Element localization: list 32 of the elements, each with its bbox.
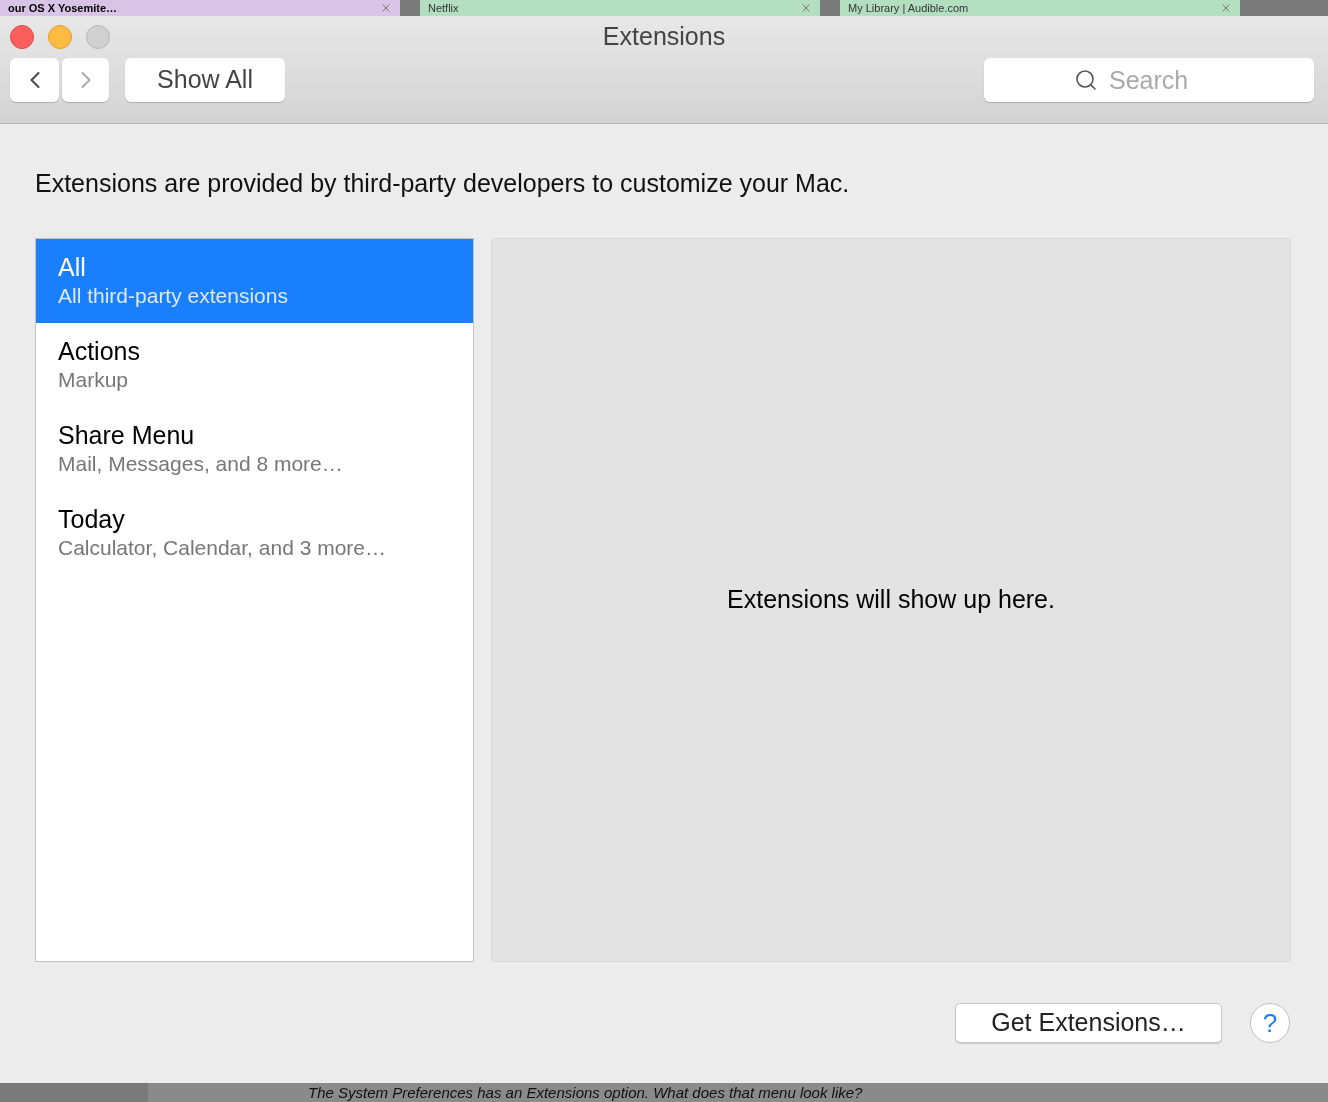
category-name: Share Menu <box>58 420 196 450</box>
description-text: Extensions are provided by third-party developers to customize your Mac. <box>35 168 851 198</box>
browser-tab[interactable]: our OS X Yosemite… <box>0 0 400 16</box>
category-detail: All third-party extensions <box>58 283 289 309</box>
empty-message: Extensions will show up here. <box>727 584 1055 616</box>
category-item[interactable]: All All third-party extensions <box>36 239 473 323</box>
browser-tab[interactable]: My Library | Audible.com <box>840 0 1240 16</box>
close-icon[interactable] <box>800 2 812 14</box>
category-name: Actions <box>58 336 141 366</box>
show-all-button[interactable]: Show All <box>125 58 285 102</box>
search-icon <box>1074 68 1098 92</box>
help-button[interactable]: ? <box>1250 1003 1290 1043</box>
minimize-window-icon[interactable] <box>48 25 72 49</box>
category-name: Today <box>58 504 126 534</box>
search-field[interactable]: Search <box>984 58 1314 102</box>
category-item[interactable]: Actions Markup <box>36 323 473 407</box>
category-item[interactable]: Share Menu Mail, Messages, and 8 more… <box>36 407 473 491</box>
category-name: All <box>58 252 87 282</box>
zoom-window-icon <box>86 25 110 49</box>
close-icon[interactable] <box>380 2 392 14</box>
forward-button[interactable] <box>62 58 109 102</box>
background-text: The System Preferences has an Extensions option. What does that menu look like? <box>308 1084 863 1101</box>
close-window-icon[interactable] <box>10 25 34 49</box>
category-detail: Markup <box>58 367 130 393</box>
window-title: Extensions <box>602 21 726 53</box>
get-extensions-button[interactable]: Get Extensions… <box>955 1003 1222 1043</box>
browser-tab[interactable]: Netflix <box>420 0 820 16</box>
category-item[interactable]: Today Calculator, Calendar, and 3 more… <box>36 491 473 575</box>
close-icon[interactable] <box>1220 2 1232 14</box>
category-detail: Calculator, Calendar, and 3 more… <box>58 535 387 561</box>
back-button[interactable] <box>10 58 59 102</box>
category-detail: Mail, Messages, and 8 more… <box>58 451 344 477</box>
